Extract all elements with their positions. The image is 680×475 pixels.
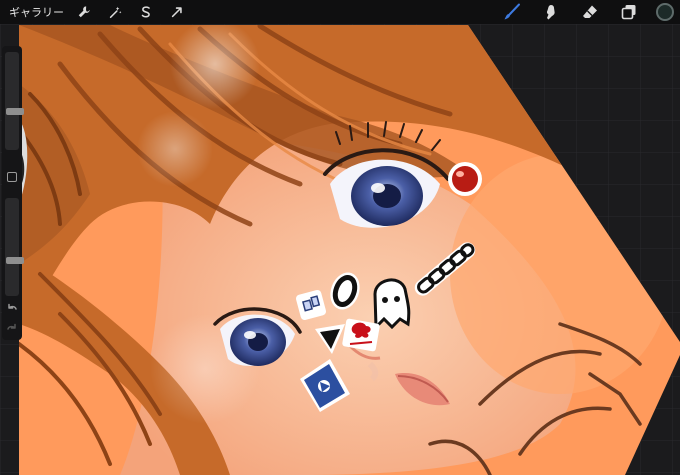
top-toolbar: ギャラリー: [0, 0, 680, 24]
gallery-button[interactable]: ギャラリー: [9, 4, 64, 20]
undo-button[interactable]: [5, 302, 19, 316]
brush-button[interactable]: [500, 0, 524, 24]
brush-icon: [504, 3, 520, 20]
artwork-layers: [19, 25, 680, 475]
eraser-icon: [583, 5, 597, 18]
smudge-button[interactable]: [539, 0, 563, 24]
tool-group: [500, 0, 680, 24]
brush-opacity-thumb[interactable]: [6, 257, 24, 265]
light-glow-mid: [137, 111, 213, 187]
actions-icon: [78, 6, 90, 18]
brush-opacity-slider[interactable]: [5, 198, 24, 296]
layers-button[interactable]: [617, 0, 641, 24]
red-button-sticker: [448, 162, 482, 196]
sidebar: [2, 46, 24, 340]
face-shadow: [450, 154, 670, 394]
brush-size-slider[interactable]: [5, 52, 24, 150]
eraser-button[interactable]: [578, 0, 602, 24]
actions-button[interactable]: [74, 2, 94, 22]
selection-icon: [141, 6, 150, 18]
transform-icon: [171, 7, 182, 18]
adjustments-icon: [109, 6, 122, 19]
canvas-area[interactable]: [0, 24, 680, 475]
layers-icon: [621, 5, 636, 20]
nerv-sticker: [342, 318, 380, 352]
adjustments-button[interactable]: [105, 2, 125, 22]
redo-button[interactable]: [5, 322, 19, 336]
transform-button[interactable]: [167, 2, 187, 22]
color-picker-button[interactable]: [656, 3, 674, 21]
brush-size-thumb[interactable]: [6, 108, 24, 116]
artwork-canvas[interactable]: [0, 24, 680, 475]
undo-icon: [8, 303, 17, 310]
redo-icon: [7, 323, 16, 330]
smudge-icon: [546, 5, 555, 20]
ghost-sticker: [373, 278, 411, 331]
selection-button[interactable]: [136, 2, 156, 22]
modify-button[interactable]: [7, 172, 17, 182]
